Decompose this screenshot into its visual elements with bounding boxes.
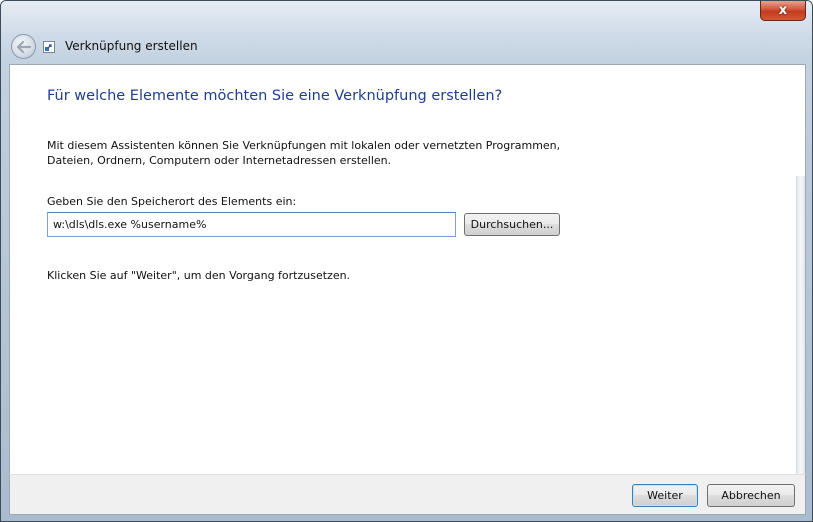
back-button[interactable]	[11, 34, 36, 59]
location-input[interactable]	[47, 212, 456, 237]
wizard-footer: Weiter Abbrechen	[9, 474, 806, 515]
close-button[interactable]: x	[760, 1, 806, 21]
browse-button[interactable]: Durchsuchen...	[464, 213, 560, 236]
page-heading: Für welche Elemente möchten Sie eine Ver…	[47, 88, 503, 104]
next-button[interactable]: Weiter	[632, 484, 698, 507]
shortcut-icon	[43, 41, 55, 53]
wizard-window: x Verknüpfung erstellen Für welche Eleme…	[0, 0, 813, 522]
close-icon: x	[778, 3, 788, 18]
back-arrow-icon	[16, 40, 31, 53]
cancel-button[interactable]: Abbrechen	[707, 484, 795, 507]
continue-hint: Klicken Sie auf "Weiter", um den Vorgang…	[47, 269, 351, 282]
scrollbar[interactable]	[796, 176, 805, 475]
wizard-content: Für welche Elemente möchten Sie eine Ver…	[9, 64, 806, 475]
location-label: Geben Sie den Speicherort des Elements e…	[47, 195, 297, 208]
intro-text: Mit diesem Assistenten können Sie Verknü…	[47, 139, 561, 167]
window-title: Verknüpfung erstellen	[65, 39, 198, 53]
